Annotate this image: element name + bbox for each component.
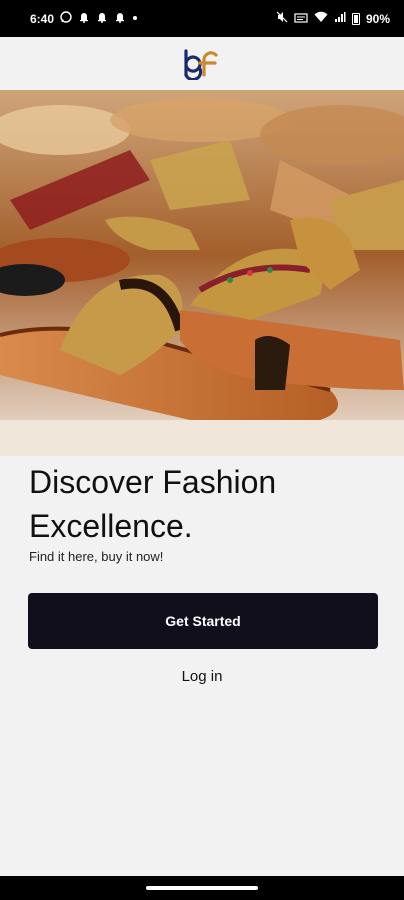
- bell-icon: [114, 11, 126, 26]
- status-bar: 6:40 90%: [0, 0, 404, 37]
- whatsapp-icon: [60, 11, 72, 26]
- get-started-button[interactable]: Get Started: [28, 593, 378, 649]
- status-time: 6:40: [30, 11, 55, 26]
- log-in-link[interactable]: Log in: [0, 668, 404, 685]
- brand-logo: [184, 48, 218, 80]
- status-left: 6:40: [30, 11, 138, 26]
- system-nav-bar: [0, 876, 404, 900]
- battery-icon: [351, 12, 360, 25]
- bell-icon: [78, 11, 90, 26]
- subtitle: Find it here, buy it now!: [29, 549, 164, 564]
- dot-icon: [132, 13, 138, 24]
- hero-image: [0, 90, 404, 456]
- status-right: 90%: [276, 11, 390, 26]
- wifi-icon: [314, 11, 328, 26]
- app-header: [0, 37, 404, 90]
- bell-icon: [96, 11, 108, 26]
- sandals-photo: [0, 90, 404, 456]
- mute-icon: [276, 11, 288, 26]
- signal-icon: [334, 11, 346, 26]
- battery-percent: 90%: [365, 11, 390, 26]
- wifi-call-icon: [294, 11, 308, 26]
- headline: Discover Fashion Excellence.: [29, 464, 277, 544]
- home-gesture-handle[interactable]: [146, 886, 258, 890]
